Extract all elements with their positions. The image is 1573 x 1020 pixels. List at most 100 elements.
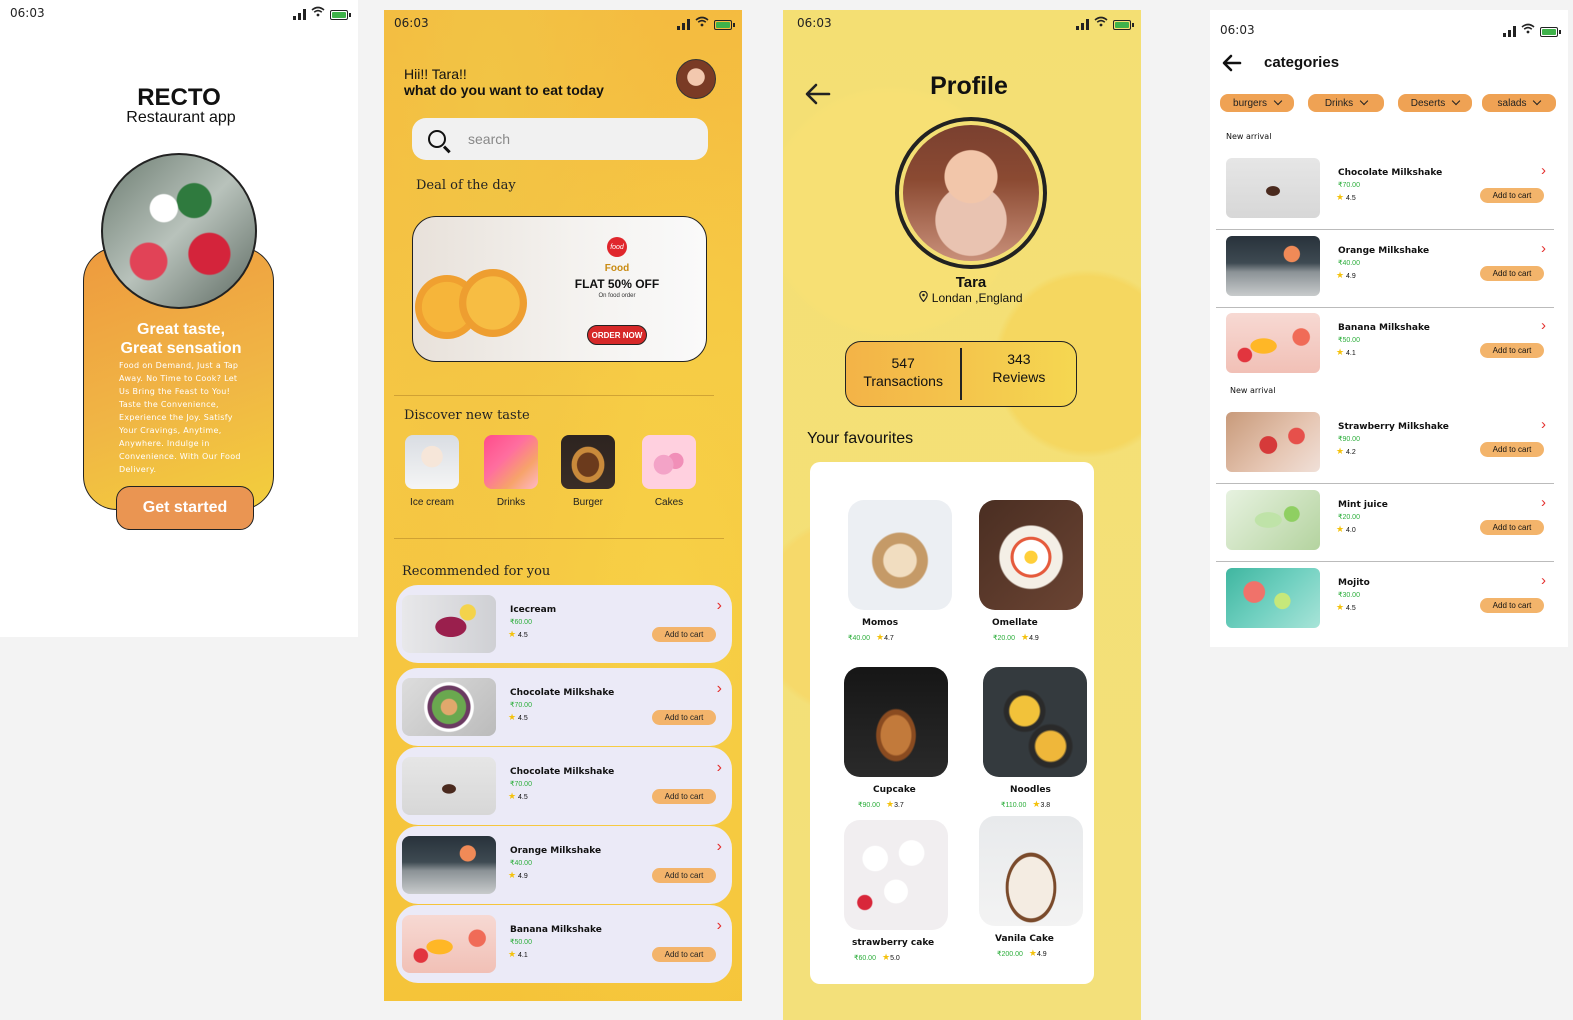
- list-item[interactable]: Chocolate Milkshake ₹70.00 ★ 4.5 › Add t…: [396, 668, 732, 746]
- greeting: Hii!! Tara!!: [404, 66, 467, 82]
- signal-icon: [677, 19, 690, 30]
- list-item[interactable]: Banana Milkshake ₹50.00 ★ 4.1 › Add to c…: [1216, 307, 1554, 385]
- category-burger[interactable]: Burger: [560, 435, 616, 508]
- wifi-icon: [695, 16, 709, 30]
- deal-banner[interactable]: food Food FLAT 50% OFF On food order ORD…: [412, 216, 707, 362]
- list-item[interactable]: Chocolate Milkshake ₹70.00 ★ 4.5 › Add t…: [396, 747, 732, 825]
- chevron-right-icon[interactable]: ›: [717, 917, 722, 935]
- chip-salads[interactable]: salads: [1482, 94, 1556, 112]
- add-to-cart-button[interactable]: Add to cart: [652, 947, 716, 962]
- favourite-item[interactable]: Cupcake ₹90.00 ★3.7: [844, 667, 954, 810]
- cakes-icon: [642, 435, 696, 489]
- food-image: [1226, 490, 1320, 550]
- list-item[interactable]: Icecream ₹60.00 ★ 4.5 › Add to cart: [396, 585, 732, 663]
- food-image: [979, 816, 1083, 926]
- signal-icon: [1076, 19, 1089, 30]
- chevron-right-icon[interactable]: ›: [717, 597, 722, 615]
- status-bar: 06:03: [384, 10, 742, 38]
- list-item[interactable]: Mint juice ₹20.00 ★ 4.0 › Add to cart: [1216, 484, 1554, 562]
- add-to-cart-button[interactable]: Add to cart: [652, 627, 716, 642]
- star-icon: ★: [881, 952, 891, 962]
- battery-icon: [330, 10, 351, 20]
- list-item[interactable]: Orange Milkshake ₹40.00 ★ 4.9 › Add to c…: [1216, 230, 1554, 308]
- recommended-heading: Recommended for you: [402, 564, 551, 579]
- food-image: [1226, 412, 1320, 472]
- food-image: [402, 757, 496, 815]
- food-image: [848, 500, 952, 610]
- chevron-right-icon[interactable]: ›: [1541, 416, 1546, 433]
- status-bar: 06:03: [783, 10, 1141, 38]
- list-item[interactable]: Strawberry Milkshake ₹90.00 ★ 4.2 › Add …: [1216, 406, 1554, 484]
- transactions-stat[interactable]: 547 Transactions: [846, 342, 960, 406]
- category-ice-cream[interactable]: Ice cream: [404, 435, 460, 508]
- chevron-right-icon[interactable]: ›: [1541, 162, 1546, 179]
- add-to-cart-button[interactable]: Add to cart: [1480, 343, 1544, 358]
- search-input[interactable]: search: [412, 118, 708, 160]
- food-image: [1226, 236, 1320, 296]
- food-image: [844, 667, 948, 777]
- avatar[interactable]: [676, 59, 716, 99]
- food-image: [979, 500, 1083, 610]
- chevron-right-icon[interactable]: ›: [717, 680, 722, 698]
- hero-drinks-image: [101, 153, 257, 309]
- ice-cream-icon: [405, 435, 459, 489]
- category-drinks[interactable]: Drinks: [483, 435, 539, 508]
- favourites-heading: Your favourites: [807, 430, 914, 447]
- add-to-cart-button[interactable]: Add to cart: [1480, 598, 1544, 613]
- food-image: [1226, 313, 1320, 373]
- welcome-description: Food on Demand, Just a Tap Away. No Time…: [119, 361, 241, 474]
- favourite-item[interactable]: Noodles ₹110.00 ★3.8: [983, 667, 1093, 810]
- back-arrow-icon[interactable]: [1222, 52, 1242, 78]
- section-heading: New arrival: [1230, 386, 1276, 395]
- star-icon: ★: [508, 791, 517, 801]
- favourite-item[interactable]: Momos ₹40.00 ★4.7: [848, 500, 958, 643]
- avatar[interactable]: [895, 117, 1047, 269]
- chevron-right-icon[interactable]: ›: [1541, 494, 1546, 511]
- welcome-screen: 06:03 RECTO Restaurant app Great taste, …: [0, 0, 358, 637]
- chip-drinks[interactable]: Drinks: [1308, 94, 1384, 112]
- signal-icon: [293, 9, 306, 20]
- list-item[interactable]: Chocolate Milkshake ₹70.00 ★ 4.5 › Add t…: [1216, 152, 1554, 230]
- search-icon: [428, 130, 446, 148]
- food-image: [402, 836, 496, 894]
- page-title: Profile: [930, 72, 1008, 100]
- chevron-right-icon[interactable]: ›: [717, 759, 722, 777]
- discover-heading: Discover new taste: [404, 408, 530, 423]
- headline: Great taste, Great sensation: [120, 321, 242, 357]
- chevron-right-icon[interactable]: ›: [1541, 317, 1546, 334]
- list-item[interactable]: Mojito ₹30.00 ★ 4.5 › Add to cart: [1216, 562, 1554, 640]
- chevron-right-icon[interactable]: ›: [1541, 572, 1546, 589]
- list-item[interactable]: Banana Milkshake ₹50.00 ★ 4.1 › Add to c…: [396, 905, 732, 983]
- add-to-cart-button[interactable]: Add to cart: [1480, 188, 1544, 203]
- favourite-item[interactable]: strawberry cake ₹60.00 ★5.0: [844, 820, 954, 963]
- add-to-cart-button[interactable]: Add to cart: [652, 789, 716, 804]
- chevron-right-icon[interactable]: ›: [1541, 240, 1546, 257]
- star-icon: ★: [885, 799, 895, 809]
- add-to-cart-button[interactable]: Add to cart: [1480, 442, 1544, 457]
- add-to-cart-button[interactable]: Add to cart: [1480, 266, 1544, 281]
- add-to-cart-button[interactable]: Add to cart: [652, 868, 716, 883]
- drinks-icon: [484, 435, 538, 489]
- chip-deserts[interactable]: Deserts: [1398, 94, 1472, 112]
- favourite-item[interactable]: Vanila Cake ₹200.00 ★4.9: [979, 816, 1089, 959]
- add-to-cart-button[interactable]: Add to cart: [652, 710, 716, 725]
- get-started-button[interactable]: Get started: [116, 486, 254, 530]
- category-cakes[interactable]: Cakes: [641, 435, 697, 508]
- star-icon: ★: [1336, 602, 1345, 612]
- chip-burgers[interactable]: burgers: [1220, 94, 1294, 112]
- location-pin-icon: [919, 290, 929, 303]
- wifi-icon: [311, 6, 325, 20]
- add-to-cart-button[interactable]: Add to cart: [1480, 520, 1544, 535]
- order-now-button[interactable]: ORDER NOW: [587, 325, 647, 345]
- chevron-right-icon[interactable]: ›: [717, 838, 722, 856]
- favourite-item[interactable]: Omellate ₹20.00 ★4.9: [979, 500, 1089, 643]
- status-time: 06:03: [1220, 23, 1255, 37]
- status-bar: 06:03: [1210, 10, 1568, 38]
- status-time: 06:03: [10, 6, 45, 20]
- star-icon: ★: [508, 949, 517, 959]
- star-icon: ★: [508, 870, 517, 880]
- reviews-stat[interactable]: 343 Reviews: [962, 342, 1076, 406]
- list-item[interactable]: Orange Milkshake ₹40.00 ★ 4.9 › Add to c…: [396, 826, 732, 904]
- burger-icon: [561, 435, 615, 489]
- page-title: categories: [1264, 54, 1340, 71]
